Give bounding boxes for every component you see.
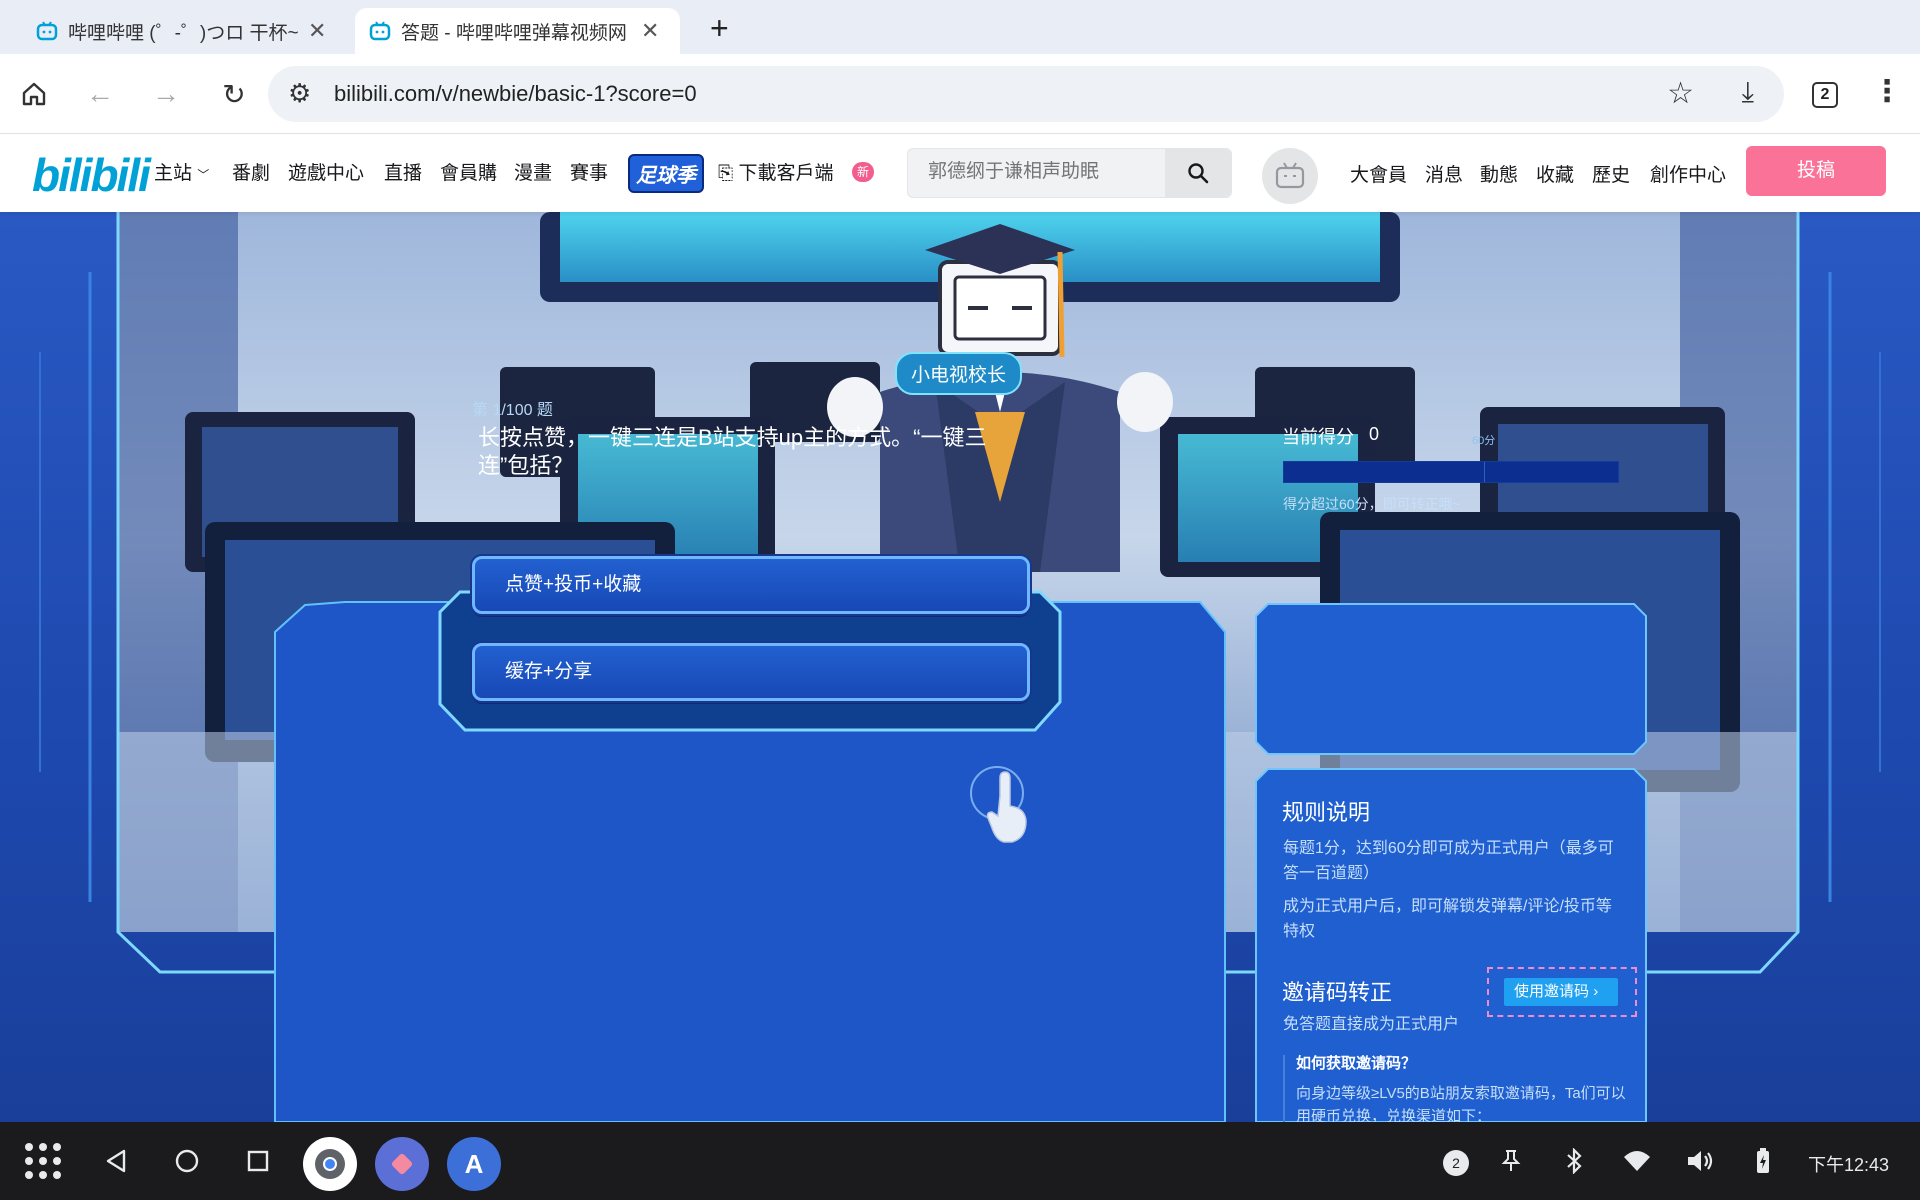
invite-title: 邀请码转正	[1282, 980, 1393, 1005]
how-to-get-code-title: 如何获取邀请码？	[1296, 1055, 1417, 1072]
nav-messages[interactable]: 消息	[1425, 160, 1463, 187]
tab-quiz[interactable]: 答题 - 哔哩哔哩弹幕视频网 - ✕	[355, 8, 680, 54]
address-bar[interactable]: ⚙ bilibili.com/v/newbie/basic-1?score=0 …	[268, 66, 1784, 122]
nav-manga[interactable]: 漫畫	[514, 158, 552, 185]
wifi-icon[interactable]	[1617, 1141, 1657, 1181]
nav-game-center[interactable]: 遊戲中心	[288, 158, 364, 185]
search-box	[907, 148, 1232, 198]
question-text: 长按点赞，一键三连是B站支持up主的方式。“一键三连”包括？	[478, 425, 987, 478]
nav-dynamics[interactable]: 動態	[1480, 160, 1518, 187]
notification-count-badge[interactable]: 2	[1443, 1150, 1469, 1176]
app-icon-a[interactable]: A	[447, 1137, 501, 1191]
bilibili-favicon-icon	[36, 21, 58, 41]
clock[interactable]: 下午12:43	[1808, 1151, 1889, 1177]
nav-creator-center[interactable]: 創作中心	[1650, 160, 1726, 187]
search-icon	[1188, 163, 1209, 184]
nav-big-member[interactable]: 大會員	[1350, 160, 1407, 187]
volume-icon[interactable]	[1680, 1141, 1720, 1181]
chevron-right-icon: ›	[1593, 983, 1599, 1000]
score-progress-bar	[1283, 461, 1619, 483]
nav-esports[interactable]: 賽事	[570, 158, 608, 185]
tab-title: 哔哩哔哩 (゜-゜)つロ 干杯~-	[68, 22, 298, 44]
answer-option-1[interactable]: 点赞+投币+收藏	[472, 556, 1030, 614]
tab-title: 答题 - 哔哩哔哩弹幕视频网 -	[401, 22, 631, 44]
pin-icon[interactable]	[1491, 1141, 1531, 1181]
tab-count-button[interactable]: 2	[1812, 82, 1838, 108]
home-circle-icon[interactable]	[167, 1141, 207, 1181]
nav-download-client[interactable]: ⎘ 下載客戶端	[718, 158, 834, 185]
download-label: 下載客戶端	[738, 163, 834, 184]
rules-line-2: 成为正式用户后，即可解锁发弹幕/评论/投币等特权	[1283, 898, 1612, 940]
nav-live[interactable]: 直播	[384, 158, 422, 185]
download-client-icon: ⎘	[718, 163, 734, 184]
score-label: 当前得分	[1282, 427, 1354, 447]
nav-favorites[interactable]: 收藏	[1536, 160, 1574, 187]
reload-icon[interactable]: ↻	[214, 74, 254, 114]
new-badge: 新	[852, 162, 874, 182]
bilibili-favicon-icon	[369, 21, 391, 41]
download-icon[interactable]: ⤓	[1742, 76, 1754, 109]
nav-member-shop[interactable]: 會員購	[440, 158, 497, 185]
new-tab-plus-icon[interactable]: +	[710, 10, 729, 47]
search-button[interactable]	[1165, 149, 1231, 197]
back-triangle-icon[interactable]	[96, 1141, 136, 1181]
rules-title: 规则说明	[1282, 800, 1371, 825]
app-icon-purple[interactable]	[375, 1137, 429, 1191]
chevron-down-icon: ﹀	[197, 168, 210, 182]
invite-button-label: 使用邀请码	[1514, 983, 1590, 1000]
bluetooth-icon[interactable]	[1554, 1141, 1594, 1181]
close-tab-icon[interactable]: ✕	[641, 18, 659, 44]
score-threshold-mark	[1484, 462, 1485, 482]
browser-toolbar: ← → ↻ ⚙ bilibili.com/v/newbie/basic-1?sc…	[0, 54, 1920, 134]
bilibili-logo[interactable]: bilibili	[32, 148, 151, 202]
battery-charging-icon[interactable]	[1743, 1141, 1783, 1181]
score-value: 0	[1369, 424, 1380, 444]
home-icon[interactable]	[14, 74, 54, 114]
bookmark-star-icon[interactable]: ☆	[1667, 76, 1694, 111]
tab-bilibili-home[interactable]: 哔哩哔哩 (゜-゜)つロ 干杯~- ✕	[22, 8, 352, 54]
chrome-app-icon[interactable]	[303, 1137, 357, 1191]
upload-button[interactable]: 投稿	[1746, 146, 1886, 196]
score-hint: 得分超过60分，即可转正哦~	[1283, 496, 1461, 512]
forward-arrow-icon[interactable]: →	[146, 74, 186, 114]
launcher-grid-icon[interactable]	[24, 1142, 62, 1180]
nav-main-site[interactable]: 主站 ﹀	[154, 158, 209, 185]
site-info-icon[interactable]: ⚙	[288, 78, 311, 109]
nav-worldcup[interactable]: 足球季	[628, 154, 704, 193]
browser-tab-strip: 哔哩哔哩 (゜-゜)つロ 干杯~- ✕ 答题 - 哔哩哔哩弹幕视频网 - ✕ +	[0, 0, 1920, 54]
close-tab-icon[interactable]: ✕	[308, 18, 326, 44]
nav-history[interactable]: 歷史	[1592, 160, 1630, 187]
overview-square-icon[interactable]	[238, 1141, 278, 1181]
nav-anime[interactable]: 番劇	[232, 158, 270, 185]
question-progress: 第 1/100 题	[472, 402, 553, 419]
mascot-name-tag: 小电视校长	[895, 352, 1023, 395]
pointer-hand-icon	[970, 766, 1027, 843]
menu-kebab-icon[interactable]: ⋮	[1872, 74, 1902, 109]
score-threshold-label: 60分	[1472, 435, 1496, 447]
answer-option-2[interactable]: 缓存+分享	[472, 643, 1030, 701]
rules-line-1: 每题1分，达到60分即可成为正式用户（最多可答一百道题）	[1283, 840, 1614, 882]
avatar[interactable]	[1262, 148, 1318, 204]
nav-label: 主站	[154, 163, 193, 184]
search-input[interactable]	[928, 161, 1168, 183]
tv-avatar-icon	[1275, 162, 1305, 189]
os-shelf: A 2 下午12:43	[0, 1122, 1920, 1200]
url-text[interactable]: bilibili.com/v/newbie/basic-1?score=0	[334, 81, 697, 107]
site-header: bilibili 主站 ﹀ 番劇 遊戲中心 直播 會員購 漫畫 賽事 足球季 ⎘…	[0, 134, 1920, 212]
back-arrow-icon[interactable]: ←	[80, 74, 120, 114]
use-invite-code-button[interactable]: 使用邀请码 ›	[1504, 978, 1618, 1006]
divider-bar	[1283, 1055, 1285, 1125]
